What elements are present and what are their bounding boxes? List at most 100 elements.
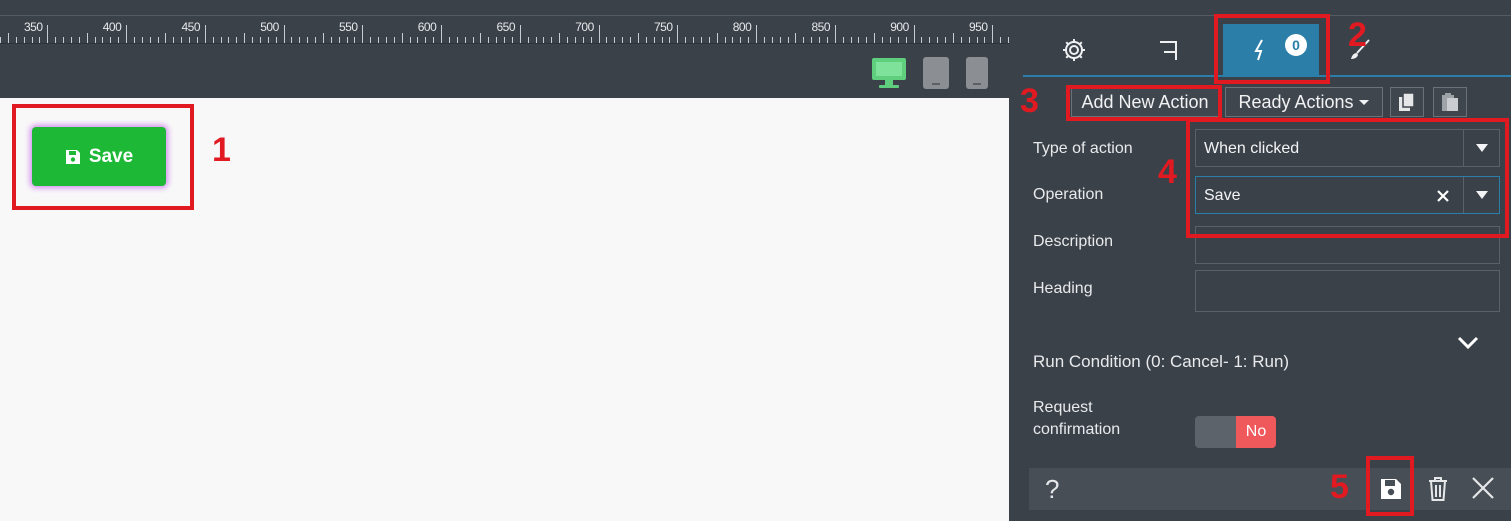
ruler-tick <box>622 37 624 43</box>
ruler-tick <box>637 33 639 43</box>
ruler-tick <box>267 37 269 43</box>
ruler-tick <box>417 37 419 43</box>
ruler-tick <box>889 37 891 43</box>
mobile-icon[interactable] <box>965 56 989 90</box>
ruler-tick <box>472 37 474 43</box>
ruler-tick <box>748 37 750 43</box>
ruler-tick <box>913 25 915 43</box>
ruler-tick <box>1000 37 1002 43</box>
ruler-tick <box>732 37 734 43</box>
paste-icon <box>1442 93 1458 111</box>
ruler-tick <box>433 37 435 43</box>
ruler-tick <box>94 37 96 43</box>
ruler-tick <box>370 37 372 43</box>
ruler-tick <box>488 37 490 43</box>
ruler-tick <box>945 37 946 43</box>
paste-button[interactable] <box>1433 87 1467 117</box>
ruler-tick <box>149 37 151 43</box>
ruler-tick <box>551 37 553 43</box>
ruler-tick <box>401 33 403 43</box>
ruler-tick <box>189 37 190 43</box>
ruler-tick <box>157 37 159 43</box>
ruler-tick <box>244 33 246 43</box>
chevron-down-icon[interactable] <box>1457 336 1479 350</box>
desktop-icon[interactable] <box>870 56 908 90</box>
ruler-tick <box>464 37 466 43</box>
help-button[interactable]: ? <box>1045 474 1059 505</box>
heading-input[interactable] <box>1195 270 1500 312</box>
ruler-tick <box>677 25 679 43</box>
request-confirmation-label-line2: confirmation <box>1033 421 1121 438</box>
ruler-tick <box>763 37 765 43</box>
ruler-tick <box>354 37 356 43</box>
annotation-box-4 <box>1186 118 1509 238</box>
ruler-tick <box>456 37 458 43</box>
close-icon[interactable] <box>1471 476 1495 500</box>
trash-icon[interactable] <box>1427 476 1449 502</box>
ruler-tick <box>378 37 379 43</box>
ruler-tick <box>330 37 332 43</box>
ruler-tick <box>480 33 482 43</box>
ruler-tick <box>299 37 301 43</box>
ruler-tick <box>779 37 781 43</box>
tab-settings[interactable] <box>1049 24 1099 76</box>
ready-actions-dropdown[interactable]: Ready Actions <box>1225 87 1383 117</box>
ruler-tick <box>858 37 860 43</box>
ruler-tick <box>582 37 584 43</box>
request-confirmation-label-line1: Request <box>1033 399 1093 416</box>
ruler-tick <box>322 33 324 43</box>
annotation-box-3 <box>1066 85 1222 121</box>
ruler-tick <box>346 37 348 43</box>
ruler-tick <box>362 25 364 43</box>
ruler-tick <box>78 37 80 43</box>
ruler-tick <box>425 37 427 43</box>
annotation-box-5 <box>1366 456 1414 516</box>
ruler-tick <box>740 37 742 43</box>
ruler-label: 700 <box>575 20 594 34</box>
ruler-tick <box>968 37 970 43</box>
description-label: Description <box>1033 233 1114 250</box>
ruler-tick <box>196 37 198 43</box>
ruler-tick <box>795 33 797 43</box>
ruler-tick <box>63 37 64 43</box>
ruler-label: 850 <box>811 20 831 34</box>
ruler-tick <box>307 37 309 43</box>
ruler-label: 600 <box>417 20 437 34</box>
ruler-tick <box>937 37 939 43</box>
ruler-tick <box>204 25 206 43</box>
ruler-tick <box>685 37 687 43</box>
tab-flag[interactable] <box>1144 24 1194 76</box>
ruler-tick <box>866 37 868 43</box>
tablet-icon[interactable] <box>922 56 950 90</box>
ruler-tick <box>496 37 498 43</box>
ruler-tick <box>771 37 773 43</box>
gear-icon <box>1063 39 1085 61</box>
ruler-tick <box>819 37 820 43</box>
horizontal-ruler: 350 400 450 500 550 600 650 700 750 800 850 900 950 <box>0 16 1009 44</box>
ruler-tick <box>661 37 663 43</box>
annotation-box-2 <box>1214 14 1330 84</box>
ruler-tick <box>559 33 561 43</box>
ruler-tick <box>504 37 505 43</box>
copy-button[interactable] <box>1390 87 1424 117</box>
ruler-tick <box>441 25 442 43</box>
ruler-tick <box>850 37 852 43</box>
ruler-tick <box>929 37 931 43</box>
ruler-tick <box>212 37 214 43</box>
toggle-off-track <box>1195 416 1236 448</box>
annotation-number-2: 2 <box>1348 16 1367 54</box>
ruler-tick <box>86 33 88 43</box>
ruler-tick <box>283 25 285 43</box>
ruler-tick <box>590 37 592 43</box>
ruler-tick <box>141 37 143 43</box>
ruler-tick <box>984 37 986 43</box>
ruler-tick <box>921 37 923 43</box>
ruler-tick <box>511 37 513 43</box>
copy-icon <box>1399 92 1415 111</box>
ruler-tick <box>567 37 568 43</box>
ruler-tick <box>47 25 49 43</box>
ready-actions-label: Ready Actions <box>1238 91 1354 112</box>
heading-label: Heading <box>1033 280 1093 297</box>
request-confirmation-toggle[interactable]: No <box>1195 416 1276 448</box>
ruler-tick <box>693 37 694 43</box>
